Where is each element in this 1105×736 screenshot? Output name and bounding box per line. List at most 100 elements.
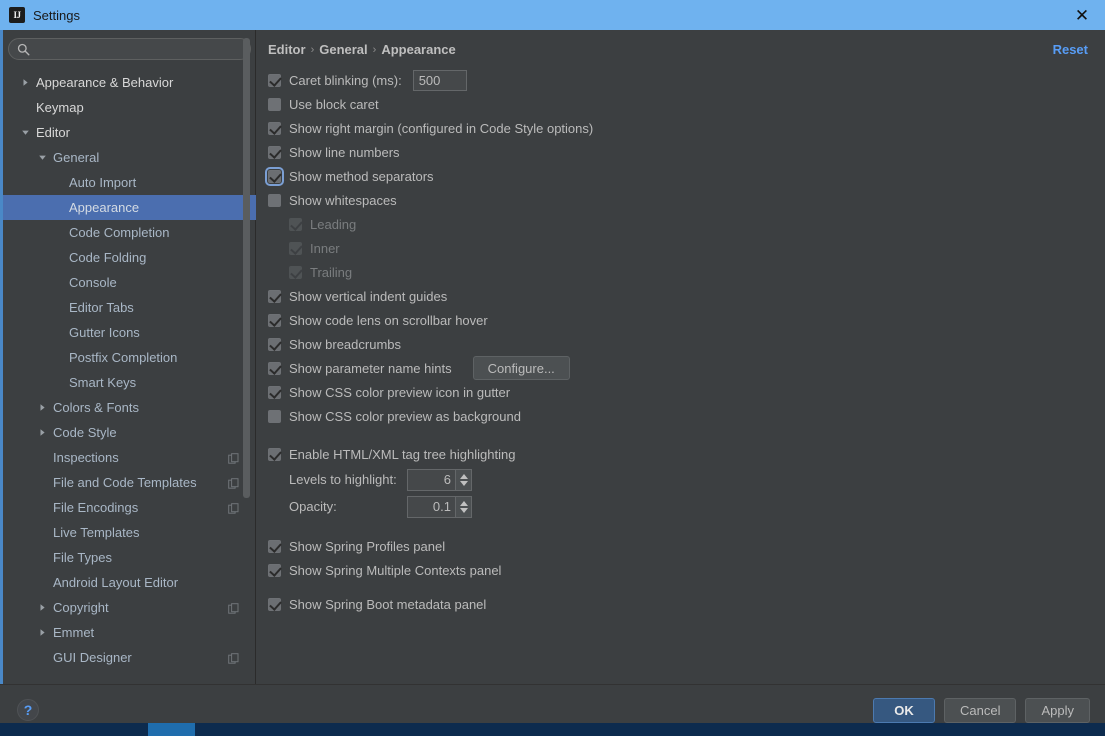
copy-settings-icon[interactable]: [228, 477, 240, 489]
configure-button[interactable]: Configure...: [472, 356, 570, 380]
option-row-show-css-color-preview-icon-in-gutter[interactable]: Show CSS color preview icon in gutter: [257, 380, 1105, 404]
sidebar-item-appearance[interactable]: Appearance: [3, 195, 256, 220]
breadcrumb-part[interactable]: Editor: [268, 42, 306, 57]
search-input[interactable]: [35, 42, 240, 56]
spinner-increment-icon[interactable]: [459, 473, 468, 479]
option-row-show-breadcrumbs[interactable]: Show breadcrumbs: [257, 332, 1105, 356]
sidebar-item-gui-designer[interactable]: GUI Designer: [3, 645, 256, 670]
option-row-caret-blinking-ms[interactable]: Caret blinking (ms):: [257, 68, 1105, 92]
option-row-show-line-numbers[interactable]: Show line numbers: [257, 140, 1105, 164]
spinner-decrement-icon[interactable]: [459, 480, 468, 486]
cancel-button[interactable]: Cancel: [944, 698, 1017, 723]
copy-settings-icon[interactable]: [228, 652, 240, 664]
chevron-right-icon[interactable]: [36, 402, 48, 414]
checkbox-show-css-color-preview-icon-in-gutter[interactable]: [268, 385, 281, 399]
sidebar-item-gutter-icons[interactable]: Gutter Icons: [3, 320, 256, 345]
sidebar-item-editor-tabs[interactable]: Editor Tabs: [3, 295, 256, 320]
sidebar-item-code-style[interactable]: Code Style: [3, 420, 256, 445]
chevron-right-icon[interactable]: [36, 627, 48, 639]
checkbox-show-code-lens-on-scrollbar-hover[interactable]: [268, 313, 281, 327]
option-row-leading[interactable]: Leading: [257, 212, 1105, 236]
ok-button[interactable]: OK: [873, 698, 935, 723]
spinner-row-opacity: Opacity:: [257, 493, 1105, 520]
checkbox-show-css-color-preview-as-background[interactable]: [268, 409, 281, 423]
chevron-right-icon[interactable]: [36, 427, 48, 439]
sidebar-item-file-encodings[interactable]: File Encodings: [3, 495, 256, 520]
sidebar-item-file-types[interactable]: File Types: [3, 545, 256, 570]
sidebar-item-label: Emmet: [53, 625, 95, 640]
option-row-show-method-separators[interactable]: Show method separators: [257, 164, 1105, 188]
sidebar-item-appearance-behavior[interactable]: Appearance & Behavior: [3, 70, 256, 95]
chevron-right-icon[interactable]: [19, 77, 31, 89]
option-row-show-right-margin-configured-in-code-style-options[interactable]: Show right margin (configured in Code St…: [257, 116, 1105, 140]
close-icon[interactable]: ✕: [1059, 0, 1105, 30]
caret-blinking-input[interactable]: [412, 69, 467, 91]
option-row-show-css-color-preview-as-background[interactable]: Show CSS color preview as background: [257, 404, 1105, 428]
spinner-value[interactable]: [408, 496, 455, 517]
apply-button[interactable]: Apply: [1025, 698, 1090, 723]
checkbox-show-spring-multiple-contexts-panel[interactable]: [268, 563, 281, 577]
option-row-show-spring-multiple-contexts-panel[interactable]: Show Spring Multiple Contexts panel: [257, 558, 1105, 582]
sidebar-item-auto-import[interactable]: Auto Import: [3, 170, 256, 195]
help-icon[interactable]: ?: [17, 699, 39, 721]
spinner-increment-icon[interactable]: [459, 500, 468, 506]
option-row-trailing[interactable]: Trailing: [257, 260, 1105, 284]
sidebar-item-code-completion[interactable]: Code Completion: [3, 220, 256, 245]
copy-settings-icon[interactable]: [228, 502, 240, 514]
option-row-show-parameter-name-hints[interactable]: Show parameter name hints Configure...: [257, 356, 1105, 380]
sidebar-item-smart-keys[interactable]: Smart Keys: [3, 370, 256, 395]
sidebar-item-editor[interactable]: Editor: [3, 120, 256, 145]
checkbox-show-whitespaces[interactable]: [268, 193, 281, 207]
reset-link[interactable]: Reset: [1053, 42, 1088, 57]
option-row-show-code-lens-on-scrollbar-hover[interactable]: Show code lens on scrollbar hover: [257, 308, 1105, 332]
sidebar-scrollbar[interactable]: [243, 38, 250, 498]
spinner-levels-to-highlight[interactable]: [407, 468, 472, 491]
sidebar-item-postfix-completion[interactable]: Postfix Completion: [3, 345, 256, 370]
tree-no-arrow: [52, 302, 64, 314]
sidebar-item-emmet[interactable]: Emmet: [3, 620, 256, 645]
checkbox-inner: [289, 241, 302, 255]
checkbox-show-spring-boot-metadata-panel[interactable]: [268, 597, 281, 611]
option-row-enable-html-xml-tag-tree-highlighting[interactable]: Enable HTML/XML tag tree highlighting: [257, 442, 1105, 466]
option-row-show-spring-boot-metadata-panel[interactable]: Show Spring Boot metadata panel: [257, 592, 1105, 616]
checkbox-show-right-margin-configured-in-code-style-options[interactable]: [268, 121, 281, 135]
sidebar-item-code-folding[interactable]: Code Folding: [3, 245, 256, 270]
option-row-show-whitespaces[interactable]: Show whitespaces: [257, 188, 1105, 212]
checkbox-show-line-numbers[interactable]: [268, 145, 281, 159]
sidebar-item-inspections[interactable]: Inspections: [3, 445, 256, 470]
option-row-inner[interactable]: Inner: [257, 236, 1105, 260]
spinner-decrement-icon[interactable]: [459, 507, 468, 513]
checkbox-show-parameter-name-hints[interactable]: [268, 361, 281, 375]
breadcrumb-part[interactable]: General: [319, 42, 367, 57]
chevron-down-icon[interactable]: [19, 127, 31, 139]
option-row-show-vertical-indent-guides[interactable]: Show vertical indent guides: [257, 284, 1105, 308]
checkbox-enable-html-xml-tag-tree-highlighting[interactable]: [268, 447, 281, 461]
tree-no-arrow: [36, 652, 48, 664]
sidebar-item-colors-fonts[interactable]: Colors & Fonts: [3, 395, 256, 420]
spinner-opacity[interactable]: [407, 495, 472, 518]
spinner-value[interactable]: [408, 469, 455, 490]
breadcrumb-part[interactable]: Appearance: [381, 42, 455, 57]
sidebar-item-console[interactable]: Console: [3, 270, 256, 295]
chevron-right-icon[interactable]: [36, 602, 48, 614]
option-row-use-block-caret[interactable]: Use block caret: [257, 92, 1105, 116]
sidebar-item-keymap[interactable]: Keymap: [3, 95, 256, 120]
sidebar-item-android-layout-editor[interactable]: Android Layout Editor: [3, 570, 256, 595]
checkbox-use-block-caret[interactable]: [268, 97, 281, 111]
taskbar-active-item[interactable]: [148, 723, 195, 736]
sidebar-item-file-and-code-templates[interactable]: File and Code Templates: [3, 470, 256, 495]
search-box[interactable]: [8, 38, 251, 60]
chevron-down-icon[interactable]: [36, 152, 48, 164]
checkbox-show-vertical-indent-guides[interactable]: [268, 289, 281, 303]
sidebar-item-live-templates[interactable]: Live Templates: [3, 520, 256, 545]
copy-settings-icon[interactable]: [228, 602, 240, 614]
checkbox-show-spring-profiles-panel[interactable]: [268, 539, 281, 553]
checkbox-caret-blinking-ms[interactable]: [268, 73, 281, 87]
sidebar-item-copyright[interactable]: Copyright: [3, 595, 256, 620]
checkbox-show-breadcrumbs[interactable]: [268, 337, 281, 351]
checkbox-show-method-separators[interactable]: [265, 166, 284, 186]
copy-settings-icon[interactable]: [228, 452, 240, 464]
sidebar-item-general[interactable]: General: [3, 145, 256, 170]
option-row-show-spring-profiles-panel[interactable]: Show Spring Profiles panel: [257, 534, 1105, 558]
